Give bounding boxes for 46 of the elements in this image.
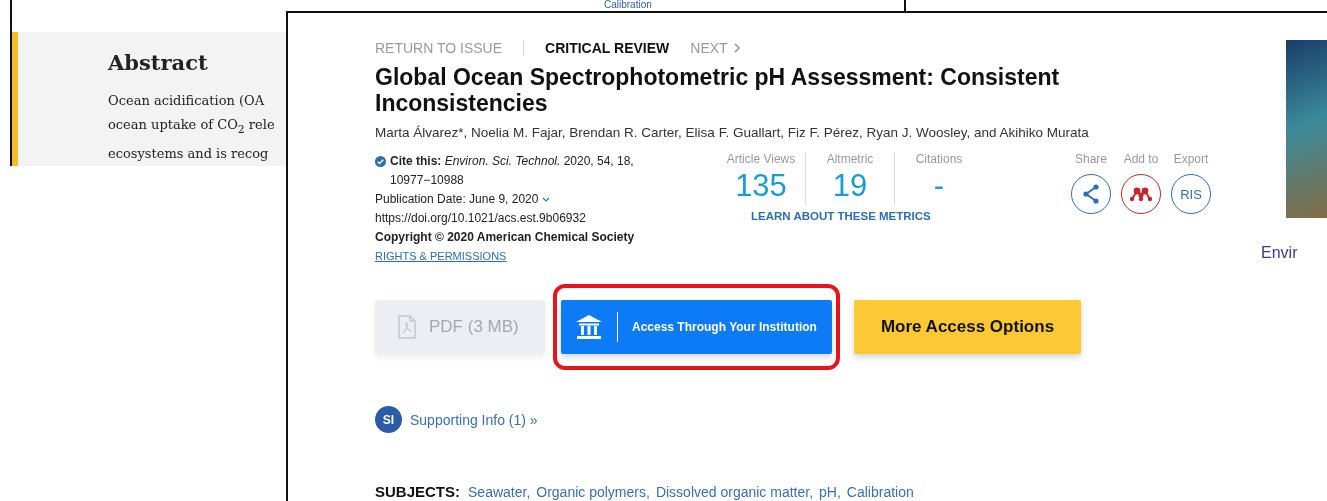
abstract-text-line: ecosystems and is recog xyxy=(108,144,269,163)
action-label: Add to xyxy=(1123,152,1159,166)
subject-link[interactable]: Dissolved organic matter, xyxy=(655,484,814,500)
subject-link[interactable]: Seawater, xyxy=(468,484,531,500)
subject-link[interactable]: pH, xyxy=(819,484,841,500)
metric-label: Altmetric xyxy=(826,152,874,166)
subjects-label: SUBJECTS: xyxy=(375,483,460,500)
article-title: Global Ocean Spectrophotometric pH Assessment: Consistent Inconsistencies xyxy=(375,64,1061,116)
metric-label: Citations xyxy=(915,152,963,166)
si-badge: SI xyxy=(375,406,402,433)
action-label: Share xyxy=(1075,152,1107,166)
subject-link[interactable]: Organic polymers, xyxy=(536,484,650,500)
metric-value: 19 xyxy=(832,167,868,205)
copyright-text: Copyright © 2020 American Chemical Society xyxy=(375,229,636,246)
institution-icon xyxy=(575,314,603,340)
mendeley-icon xyxy=(1129,186,1153,202)
metrics-link[interactable]: LEARN ABOUT THESE METRICS xyxy=(751,210,931,222)
share-button[interactable] xyxy=(1071,174,1111,214)
abstract-heading: Abstract xyxy=(108,50,209,75)
add-to-button[interactable] xyxy=(1121,174,1161,214)
doi-link[interactable]: https://doi.org/10.1021/acs.est.9b06932 xyxy=(375,209,717,228)
institution-access-button[interactable]: Access Through Your Institution xyxy=(561,300,832,354)
journal-name[interactable]: Envir xyxy=(1261,244,1327,262)
supporting-info-link[interactable]: Supporting Info (1) » xyxy=(410,411,538,428)
subject-link[interactable]: Calibration xyxy=(846,484,914,500)
more-access-button[interactable]: More Access Options xyxy=(854,300,1081,354)
author-list: Marta Álvarez*, Noelia M. Fajar, Brendan R. Carter, Elisa F. Guallart, Fiz F. Pérez, Ryan J. Woosley, and Akihiko Murata xyxy=(375,125,1241,140)
citation-text: Cite this: Environ. Sci. Technol. 2020, 54, 18, 10977−10988 xyxy=(390,153,635,189)
next-link[interactable]: NEXT xyxy=(690,40,741,56)
subject-link[interactable]: Calibration xyxy=(604,0,652,10)
pdf-file-icon xyxy=(397,315,417,339)
abstract-text-line: ocean uptake of CO$_{2}$ rele xyxy=(108,116,275,138)
rights-link[interactable]: RIGHTS & PERMISSIONS xyxy=(375,247,717,266)
chevron-right-icon xyxy=(733,43,741,53)
check-badge-icon xyxy=(375,156,386,167)
caret-icon xyxy=(542,196,551,203)
metric-label: Article Views xyxy=(726,152,796,166)
article-type: CRITICAL REVIEW xyxy=(545,40,670,56)
share-icon xyxy=(1081,183,1101,205)
metric-value: - xyxy=(933,167,945,205)
abstract-text-line: Ocean acidification (OA xyxy=(108,92,265,110)
action-label: Export xyxy=(1173,152,1209,166)
metric-value: 135 xyxy=(735,167,787,205)
return-link[interactable]: RETURN TO ISSUE xyxy=(375,40,525,56)
publication-date[interactable]: Publication Date: June 9, 2020 xyxy=(375,190,717,209)
export-button[interactable]: RIS xyxy=(1171,174,1211,214)
